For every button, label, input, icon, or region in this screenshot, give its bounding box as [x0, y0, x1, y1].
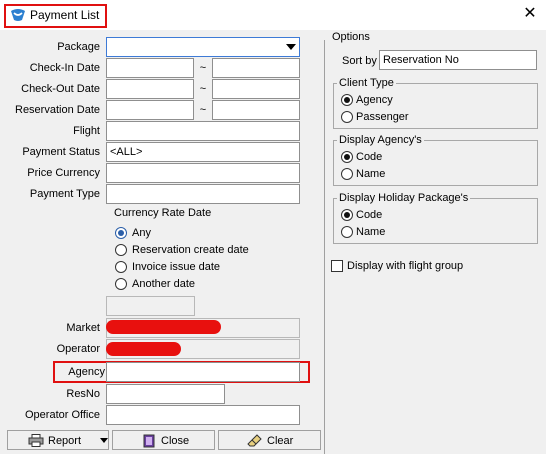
- rate-invoice-label: Invoice issue date: [132, 261, 221, 273]
- currency-rate-heading: Currency Rate Date: [114, 207, 212, 219]
- flight-group-label: Display with flight group: [347, 260, 464, 272]
- agency-code-label: Code: [356, 151, 383, 163]
- clear-button[interactable]: Clear: [218, 430, 321, 450]
- chevron-down-icon[interactable]: [100, 438, 108, 443]
- resno-field[interactable]: [106, 384, 225, 404]
- client-agency-label: Agency: [356, 94, 393, 106]
- sort-by-field[interactable]: Reservation No: [379, 50, 537, 70]
- client-passenger-label: Passenger: [356, 111, 409, 123]
- range-separator: ~: [199, 104, 207, 116]
- holiday-name-radio[interactable]: [341, 226, 353, 238]
- rate-invoice-radio[interactable]: [115, 261, 127, 273]
- flight-label: Flight: [73, 125, 100, 137]
- reservation-date-label: Reservation Date: [15, 104, 100, 116]
- chevron-down-icon[interactable]: [286, 44, 296, 50]
- agency-name-radio[interactable]: [341, 168, 353, 180]
- checkin-label: Check-In Date: [29, 62, 100, 74]
- operator-office-label: Operator Office: [25, 409, 100, 421]
- package-label: Package: [57, 41, 100, 53]
- client-passenger-radio[interactable]: [341, 111, 353, 123]
- holiday-name-label: Name: [356, 226, 386, 238]
- report-label: Report: [48, 435, 82, 447]
- door-exit-icon: [143, 434, 155, 452]
- rate-another-label: Another date: [132, 278, 195, 290]
- agency-code-radio[interactable]: [341, 151, 353, 163]
- checkout-from-field[interactable]: [106, 79, 194, 99]
- window-title: Payment List: [30, 8, 100, 22]
- reservation-from-field[interactable]: [106, 100, 194, 120]
- range-separator: ~: [199, 62, 207, 74]
- operator-label: Operator: [56, 343, 100, 355]
- payment-status-label: Payment Status: [22, 146, 100, 158]
- agency-field[interactable]: [106, 362, 300, 382]
- reservation-to-field[interactable]: [212, 100, 300, 120]
- printer-icon: [28, 434, 44, 451]
- operator-office-field[interactable]: [106, 405, 300, 425]
- another-date-field: [106, 296, 195, 316]
- checkout-label: Check-Out Date: [21, 83, 100, 95]
- options-heading: Options: [332, 31, 370, 43]
- rate-any-label: Any: [132, 227, 151, 239]
- checkin-to-field[interactable]: [212, 58, 300, 78]
- close-button[interactable]: Close: [112, 430, 215, 450]
- client-agency-radio[interactable]: [341, 94, 353, 106]
- rate-reservation-radio[interactable]: [115, 244, 127, 256]
- range-separator: ~: [199, 83, 207, 95]
- sort-by-label: Sort by: [342, 55, 377, 67]
- display-holiday-title: Display Holiday Package's: [337, 192, 471, 204]
- checkin-from-field[interactable]: [106, 58, 194, 78]
- agency-name-label: Name: [356, 168, 386, 180]
- package-dropdown[interactable]: [106, 37, 300, 57]
- holiday-code-radio[interactable]: [341, 209, 353, 221]
- price-currency-label: Price Currency: [27, 167, 100, 179]
- operator-redaction: [106, 342, 181, 356]
- payment-type-field[interactable]: [106, 184, 300, 204]
- price-currency-field[interactable]: [106, 163, 300, 183]
- checkout-to-field[interactable]: [212, 79, 300, 99]
- rate-reservation-label: Reservation create date: [132, 244, 249, 256]
- client-type-title: Client Type: [337, 77, 396, 89]
- payment-status-field[interactable]: <ALL>: [106, 142, 300, 162]
- close-window-icon[interactable]: ✕: [518, 3, 542, 25]
- flight-group-checkbox[interactable]: [331, 260, 343, 272]
- app-logo-icon: [10, 8, 26, 22]
- market-redaction: [106, 320, 221, 334]
- rate-another-radio[interactable]: [115, 278, 127, 290]
- display-agency-title: Display Agency's: [337, 134, 424, 146]
- payment-type-label: Payment Type: [29, 188, 100, 200]
- resno-label: ResNo: [66, 388, 100, 400]
- report-button[interactable]: Report: [7, 430, 109, 450]
- rate-any-radio[interactable]: [115, 227, 127, 239]
- eraser-broom-icon: [247, 434, 263, 452]
- options-divider: [324, 40, 325, 454]
- clear-label: Clear: [267, 435, 294, 447]
- agency-label: Agency: [68, 366, 105, 378]
- flight-field[interactable]: [106, 121, 300, 141]
- holiday-code-label: Code: [356, 209, 383, 221]
- close-label: Close: [161, 435, 190, 447]
- market-label: Market: [66, 322, 100, 334]
